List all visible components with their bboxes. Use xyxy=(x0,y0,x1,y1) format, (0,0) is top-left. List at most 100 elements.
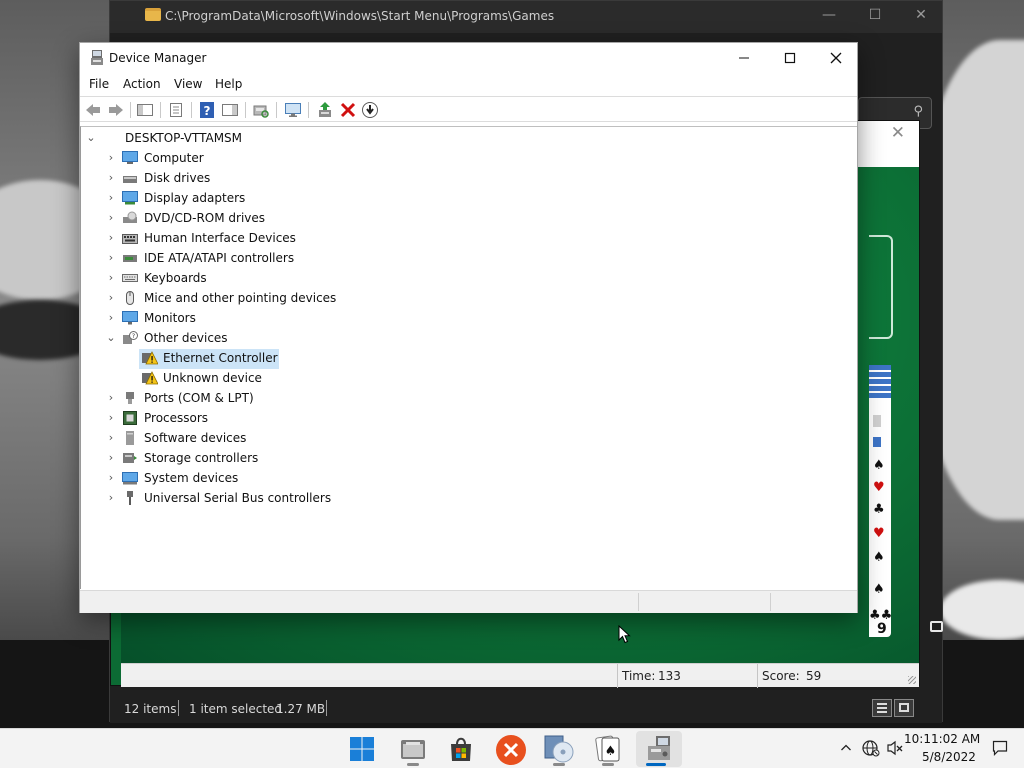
uninstall-icon[interactable] xyxy=(339,101,357,119)
card-edge xyxy=(873,415,881,427)
running-indicator xyxy=(646,763,666,766)
tree-item-monitors[interactable]: › Monitors xyxy=(105,310,425,328)
chevron-right-icon[interactable]: › xyxy=(105,311,117,325)
tree-item-processors[interactable]: › Processors xyxy=(105,410,425,428)
chevron-right-icon[interactable]: › xyxy=(105,151,117,165)
tree-item-label: Unknown device xyxy=(163,371,262,385)
chevron-right-icon[interactable]: › xyxy=(105,271,117,285)
large-icons-view-button[interactable] xyxy=(894,699,914,717)
close-button[interactable] xyxy=(813,43,859,73)
storage-controller-icon xyxy=(123,453,137,463)
taskbar-device-manager[interactable] xyxy=(636,731,682,767)
disable-device-icon[interactable] xyxy=(361,101,379,119)
chevron-right-icon[interactable]: › xyxy=(105,291,117,305)
tree-item-usb-controllers[interactable]: › Universal Serial Bus controllers xyxy=(105,490,425,508)
device-manager-window[interactable]: Device Manager File Action View Help ? ⌄… xyxy=(79,42,858,613)
chevron-down-icon[interactable]: ⌄ xyxy=(85,131,97,145)
tree-item-unknown-device[interactable]: Unknown device xyxy=(139,370,279,388)
toolbar-separator xyxy=(276,102,277,118)
taskbar-solitaire[interactable]: ♠ xyxy=(588,731,628,767)
empty-card-slot[interactable] xyxy=(869,235,893,339)
chevron-down-icon[interactable]: ⌄ xyxy=(105,331,117,345)
toolbar-separator xyxy=(191,102,192,118)
chevron-right-icon[interactable]: › xyxy=(105,471,117,485)
speaker-muted-icon[interactable] xyxy=(886,739,904,757)
processor-icon xyxy=(123,411,137,425)
scan-hardware-icon[interactable] xyxy=(252,101,270,119)
tree-item-ports[interactable]: › Ports (COM & LPT) xyxy=(105,390,425,408)
tree-item-software-devices[interactable]: › Software devices xyxy=(105,430,425,448)
device-manager-titlebar[interactable]: Device Manager xyxy=(80,43,857,74)
time-label: Time: xyxy=(622,669,656,683)
chevron-right-icon[interactable]: › xyxy=(105,251,117,265)
globe-network-icon[interactable] xyxy=(862,739,880,757)
device-tree[interactable]: ⌄ DESKTOP-VTTAMSM › Computer › Disk driv… xyxy=(80,126,857,589)
menu-file[interactable]: File xyxy=(89,77,109,91)
tree-item-keyboards[interactable]: › Keyboards xyxy=(105,270,425,288)
clock-time[interactable]: 10:11:02 AM xyxy=(904,732,980,746)
back-arrow-icon[interactable] xyxy=(84,101,102,119)
tree-item-storage-controllers[interactable]: › Storage controllers xyxy=(105,450,425,468)
card-stack[interactable]: ♠ ♥ ♣ ♥ ♠ ♠ ♣♣ 9 xyxy=(869,365,892,637)
maximize-button[interactable] xyxy=(767,43,813,73)
chevron-right-icon[interactable]: › xyxy=(105,191,117,205)
explorer-maximize-button[interactable]: ☐ xyxy=(852,7,898,23)
help-icon[interactable]: ? xyxy=(198,101,216,119)
chevron-right-icon[interactable]: › xyxy=(105,491,117,505)
computer-icon xyxy=(122,151,138,164)
taskbar-start-button[interactable] xyxy=(342,731,382,767)
running-indicator xyxy=(602,763,614,766)
chevron-right-icon[interactable]: › xyxy=(105,171,117,185)
menu-help[interactable]: Help xyxy=(215,77,242,91)
tree-item-hid[interactable]: › Human Interface Devices xyxy=(105,230,425,248)
tree-item-ide-controllers[interactable]: › IDE ATA/ATAPI controllers xyxy=(105,250,425,268)
tree-item-computer[interactable]: › Computer xyxy=(105,150,425,168)
taskbar-file-explorer[interactable] xyxy=(393,731,433,767)
explorer-titlebar[interactable]: C:\ProgramData\Microsoft\Windows\Start M… xyxy=(110,1,942,33)
minimize-button[interactable] xyxy=(721,43,767,73)
toolbar-separator xyxy=(130,102,131,118)
tree-item-disk-drives[interactable]: › Disk drives xyxy=(105,170,425,188)
update-driver-icon[interactable] xyxy=(316,101,334,119)
taskbar-app-x[interactable] xyxy=(491,731,531,767)
forward-arrow-icon[interactable] xyxy=(107,101,125,119)
explorer-minimize-button[interactable]: — xyxy=(806,7,852,23)
tree-root[interactable]: ⌄ DESKTOP-VTTAMSM xyxy=(85,130,285,148)
chevron-right-icon[interactable]: › xyxy=(105,231,117,245)
search-icon: ⚲ xyxy=(913,104,923,119)
properties-icon[interactable] xyxy=(167,101,185,119)
chevron-right-icon[interactable]: › xyxy=(105,451,117,465)
chevron-right-icon[interactable]: › xyxy=(105,211,117,225)
chevron-right-icon[interactable]: › xyxy=(105,411,117,425)
warning-device-icon xyxy=(142,351,158,365)
solitaire-close-button[interactable]: ✕ xyxy=(891,123,905,143)
monitor-icon[interactable] xyxy=(284,101,302,119)
tree-item-dvd-drives[interactable]: › DVD/CD-ROM drives xyxy=(105,210,425,228)
selection-count: 1 item selected xyxy=(189,702,283,716)
chevron-up-icon[interactable] xyxy=(840,742,852,754)
tree-item-label: Universal Serial Bus controllers xyxy=(144,491,332,505)
menu-view[interactable]: View xyxy=(174,77,202,91)
window-snap-icon[interactable] xyxy=(930,621,943,632)
status-pane-divider xyxy=(770,593,771,611)
tree-item-ethernet-controller[interactable]: Ethernet Controller xyxy=(139,349,279,369)
tree-item-label: Processors xyxy=(144,411,209,425)
resize-grip[interactable] xyxy=(908,676,916,684)
tree-item-other-devices[interactable]: ⌄ ? Other devices xyxy=(105,330,425,348)
tree-item-mice[interactable]: › Mice and other pointing devices xyxy=(105,290,425,308)
menu-action[interactable]: Action xyxy=(123,77,161,91)
explorer-close-button[interactable]: ✕ xyxy=(898,7,944,23)
running-indicator xyxy=(407,763,419,766)
action-pane-icon[interactable] xyxy=(221,101,239,119)
notification-icon[interactable] xyxy=(992,740,1008,756)
tree-item-system-devices[interactable]: › System devices xyxy=(105,470,425,488)
chevron-right-icon[interactable]: › xyxy=(105,391,117,405)
show-hide-console-tree-icon[interactable] xyxy=(136,101,154,119)
taskbar-store[interactable] xyxy=(441,731,481,767)
tree-item-label: Storage controllers xyxy=(144,451,259,465)
clock-date[interactable]: 5/8/2022 xyxy=(922,750,976,764)
chevron-right-icon[interactable]: › xyxy=(105,431,117,445)
taskbar-media[interactable] xyxy=(539,731,579,767)
details-view-button[interactable] xyxy=(872,699,892,717)
tree-item-display-adapters[interactable]: › Display adapters xyxy=(105,190,425,208)
